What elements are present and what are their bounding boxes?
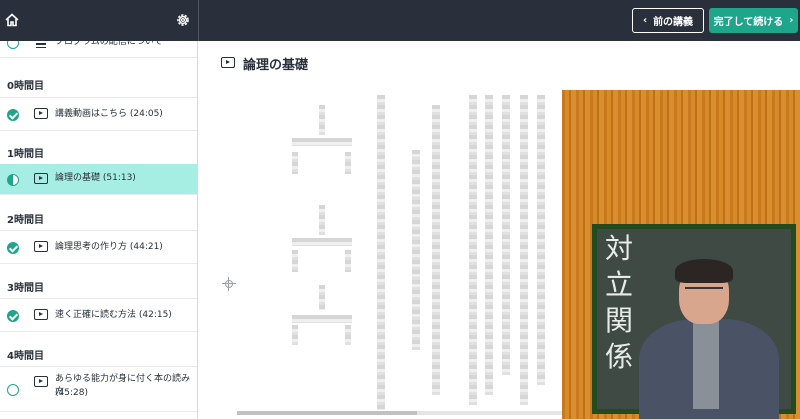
section-title: 2時間目 (7, 215, 44, 226)
lecture-item[interactable]: あらゆる能力が身に付く本の読み方 (45:28) (0, 366, 197, 412)
video-icon (34, 241, 48, 252)
topbar-divider (198, 0, 199, 41)
lecture-title: 講義動画はこちら (24:05) (55, 109, 163, 119)
incomplete-status-icon[interactable] (7, 384, 19, 396)
crosshair-cursor-icon (222, 277, 236, 291)
blurred-text (319, 105, 325, 135)
home-icon[interactable] (4, 12, 20, 28)
chalkboard: 対立関係 (597, 229, 791, 419)
section-title: 1時間目 (7, 149, 44, 160)
scrollbar-thumb[interactable] (237, 411, 417, 415)
video-icon (221, 57, 235, 68)
video-icon (34, 376, 48, 387)
lecturer-shirt (693, 319, 719, 409)
previous-lecture-button[interactable]: ‹ 前の講義 (632, 8, 704, 33)
chevron-left-icon: ‹ (642, 15, 648, 26)
lecture-item[interactable]: 論理思考の作り方 (44:21) (0, 230, 197, 264)
blurred-text (345, 250, 351, 272)
blurred-text (537, 95, 545, 385)
completed-status-icon[interactable] (7, 310, 19, 322)
chalkboard-writing: 対立関係 (605, 232, 634, 373)
blurred-text (292, 238, 352, 246)
lecturer-hair (675, 259, 733, 283)
blurred-text (485, 95, 493, 395)
lecture-title: 論理思考の作り方 (44:21) (55, 242, 163, 252)
completed-status-icon[interactable] (7, 109, 19, 121)
previous-lecture-label: 前の講義 (653, 17, 694, 28)
section-title: 0時間目 (7, 81, 44, 92)
blurred-text (502, 95, 510, 375)
horizontal-scrollbar[interactable] (237, 411, 562, 415)
blurred-text (319, 205, 325, 235)
blurred-document-preview (237, 90, 562, 415)
section-title: 3時間目 (7, 283, 44, 294)
section-title: 4時間目 (7, 351, 44, 362)
blurred-text (469, 95, 477, 405)
incomplete-status-icon[interactable] (7, 41, 19, 49)
complete-and-continue-button[interactable]: 完了して続ける › (709, 8, 798, 33)
document-icon (36, 41, 46, 48)
blurred-text (292, 315, 352, 323)
lecturer-video-frame: 対立関係 (592, 224, 796, 419)
blurred-text (292, 138, 352, 146)
complete-and-continue-label: 完了して続ける (713, 17, 784, 28)
blurred-text (319, 285, 325, 310)
lecture-title: プログラムの配信について (55, 41, 163, 47)
crosshair-ring (225, 280, 233, 288)
blurred-text (412, 150, 420, 350)
video-icon (34, 173, 48, 184)
blurred-text (345, 152, 351, 174)
video-icon (34, 309, 48, 320)
blurred-text (345, 325, 351, 345)
lecture-heading: 論理の基礎 (243, 58, 309, 73)
lecture-item[interactable]: 講義動画はこちら (24:05) (0, 97, 197, 131)
chevron-right-icon: › (789, 15, 794, 26)
gear-icon[interactable] (175, 12, 191, 28)
course-sidebar: プログラムの配信について 0時間目 講義動画はこちら (24:05) 1時間目 … (0, 41, 198, 419)
blurred-text (292, 152, 298, 174)
lecture-title: 速く正確に読む方法 (42:15) (55, 310, 172, 320)
in-progress-status-icon[interactable] (7, 174, 19, 186)
blurred-text (292, 325, 298, 345)
lecture-item-active[interactable]: 論理の基礎 (51:13) (0, 164, 197, 195)
video-icon (34, 108, 48, 119)
lecture-item-intro[interactable]: プログラムの配信について (0, 41, 197, 58)
lecture-item[interactable]: 速く正確に読む方法 (42:15) (0, 298, 197, 332)
top-bar: ‹ 前の講義 完了して続ける › (0, 0, 800, 41)
blurred-text (520, 95, 528, 405)
blurred-text (292, 250, 298, 272)
lecture-title-line2: (45:28) (55, 388, 88, 398)
lecture-title: 論理の基礎 (51:13) (55, 173, 136, 183)
blurred-text (377, 95, 385, 410)
completed-status-icon[interactable] (7, 242, 19, 254)
blurred-text (432, 105, 440, 395)
lecturer-glasses (685, 287, 723, 295)
